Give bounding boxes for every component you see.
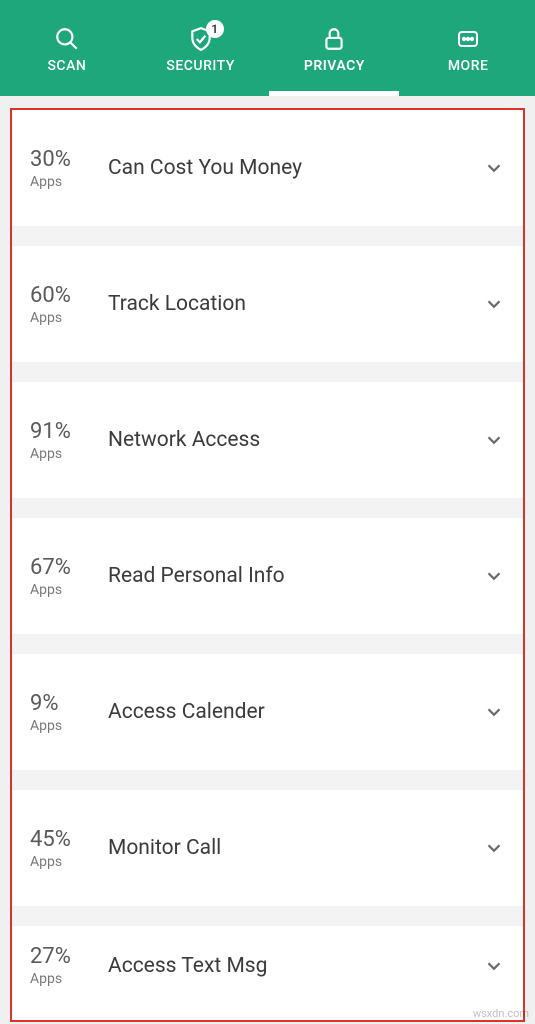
percentage-block: 67% Apps bbox=[30, 555, 104, 598]
security-badge: 1 bbox=[206, 20, 224, 38]
chevron-down-icon bbox=[483, 955, 505, 977]
nav-label: MORE bbox=[448, 58, 489, 74]
row-title: Monitor Call bbox=[104, 836, 483, 860]
nav-tab-more[interactable]: MORE bbox=[401, 0, 535, 96]
lock-icon bbox=[321, 26, 347, 52]
percentage-value: 30% bbox=[30, 147, 71, 172]
nav-label: SCAN bbox=[47, 58, 86, 74]
percentage-sub: Apps bbox=[30, 310, 62, 326]
percentage-sub: Apps bbox=[30, 854, 62, 870]
privacy-row-personal-info[interactable]: 67% Apps Read Personal Info bbox=[12, 518, 523, 634]
percentage-sub: Apps bbox=[30, 174, 62, 190]
percentage-block: 60% Apps bbox=[30, 283, 104, 326]
chevron-down-icon bbox=[483, 429, 505, 451]
nav-label: PRIVACY bbox=[304, 58, 365, 74]
percentage-value: 91% bbox=[30, 419, 71, 444]
percentage-block: 30% Apps bbox=[30, 147, 104, 190]
privacy-row-track-location[interactable]: 60% Apps Track Location bbox=[12, 246, 523, 362]
percentage-block: 91% Apps bbox=[30, 419, 104, 462]
row-title: Network Access bbox=[104, 428, 483, 452]
chevron-down-icon bbox=[483, 837, 505, 859]
active-tab-indicator bbox=[269, 91, 399, 96]
percentage-sub: Apps bbox=[30, 582, 62, 598]
privacy-row-cost-money[interactable]: 30% Apps Can Cost You Money bbox=[12, 110, 523, 226]
percentage-value: 9% bbox=[30, 691, 58, 716]
percentage-value: 27% bbox=[30, 944, 71, 969]
row-title: Track Location bbox=[104, 292, 483, 316]
privacy-row-calendar[interactable]: 9% Apps Access Calender bbox=[12, 654, 523, 770]
row-title: Can Cost You Money bbox=[104, 156, 483, 180]
chevron-down-icon bbox=[483, 293, 505, 315]
nav-tab-scan[interactable]: SCAN bbox=[0, 0, 134, 96]
percentage-sub: Apps bbox=[30, 446, 62, 462]
privacy-row-text-msg[interactable]: 27% Apps Access Text Msg bbox=[12, 926, 523, 1022]
privacy-row-monitor-call[interactable]: 45% Apps Monitor Call bbox=[12, 790, 523, 906]
percentage-block: 9% Apps bbox=[30, 691, 104, 734]
chevron-down-icon bbox=[483, 701, 505, 723]
nav-tab-security[interactable]: 1 SECURITY bbox=[134, 0, 268, 96]
percentage-value: 45% bbox=[30, 827, 71, 852]
percentage-sub: Apps bbox=[30, 718, 62, 734]
top-nav-bar: SCAN 1 SECURITY PRIVACY bbox=[0, 0, 535, 96]
nav-tab-privacy[interactable]: PRIVACY bbox=[268, 0, 402, 96]
chevron-down-icon bbox=[483, 565, 505, 587]
privacy-list-frame: 30% Apps Can Cost You Money 60% Apps Tra… bbox=[10, 108, 525, 1022]
search-icon bbox=[54, 26, 80, 52]
row-title: Access Calender bbox=[104, 700, 483, 724]
shield-check-icon: 1 bbox=[188, 26, 214, 52]
more-box-icon bbox=[455, 26, 481, 52]
percentage-value: 67% bbox=[30, 555, 71, 580]
percentage-sub: Apps bbox=[30, 971, 62, 987]
row-title: Access Text Msg bbox=[104, 954, 483, 978]
chevron-down-icon bbox=[483, 157, 505, 179]
percentage-block: 27% Apps bbox=[30, 944, 104, 987]
watermark-text: wsxdn.com bbox=[473, 1007, 529, 1020]
nav-label: SECURITY bbox=[166, 58, 234, 74]
percentage-value: 60% bbox=[30, 283, 71, 308]
percentage-block: 45% Apps bbox=[30, 827, 104, 870]
privacy-row-network-access[interactable]: 91% Apps Network Access bbox=[12, 382, 523, 498]
row-title: Read Personal Info bbox=[104, 564, 483, 588]
